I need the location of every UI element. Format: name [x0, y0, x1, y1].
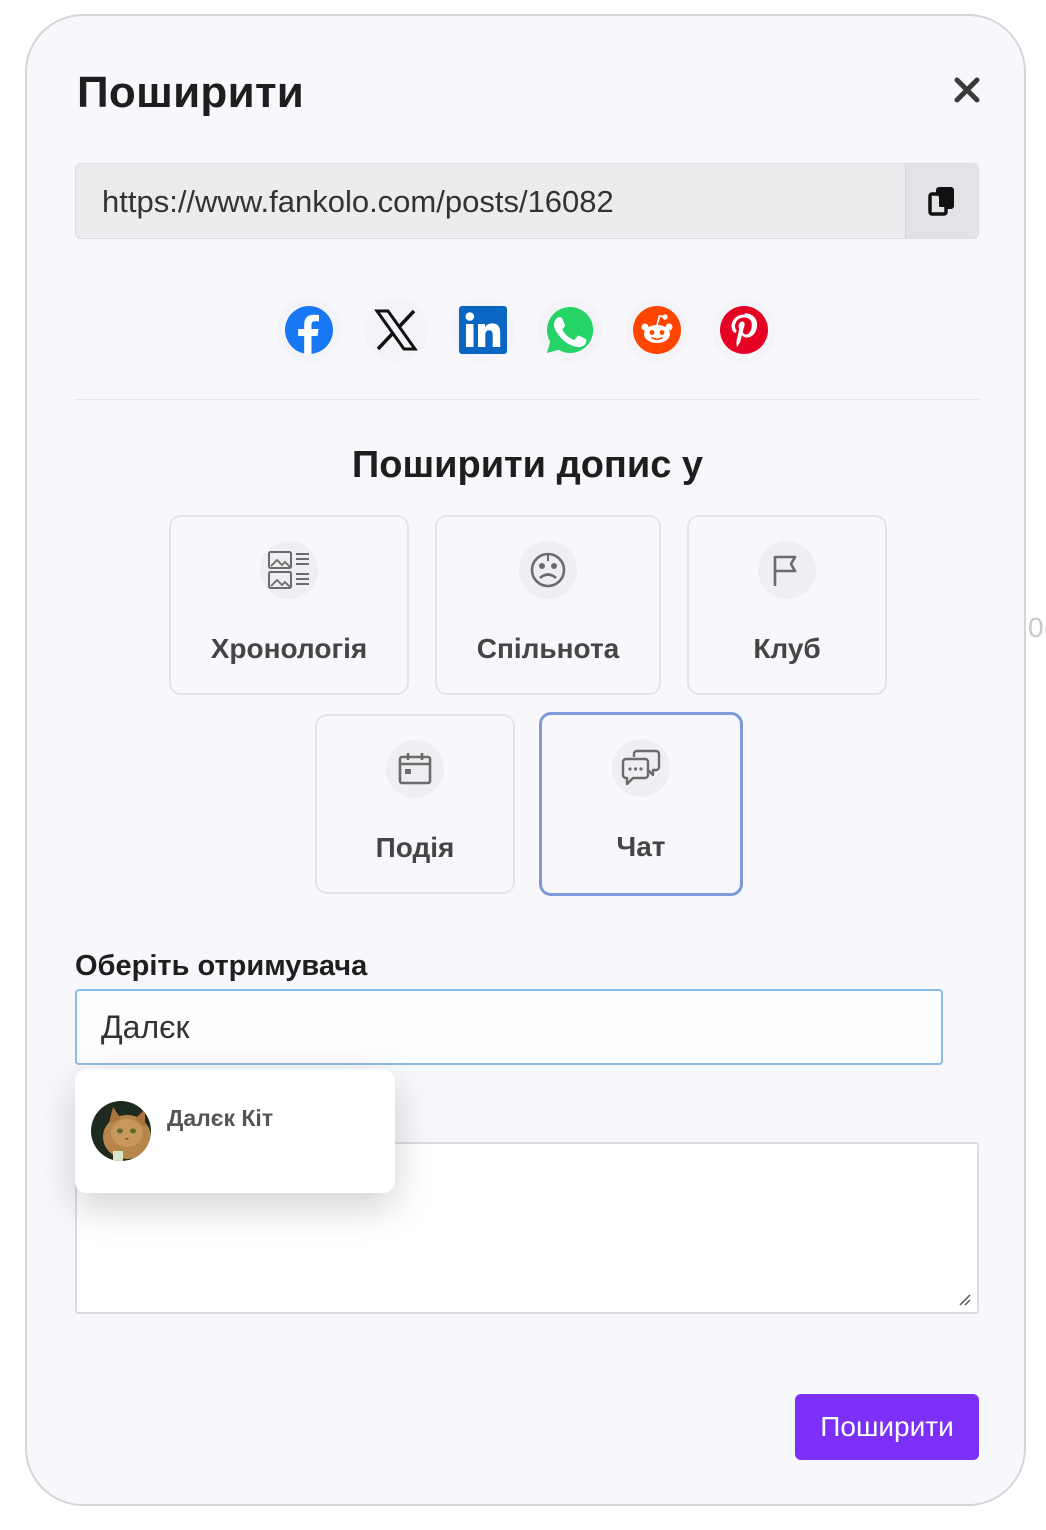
modal-title: Поширити [77, 68, 305, 117]
share-option-label: Чат [616, 831, 666, 862]
suggestion-name[interactable]: Далєк Кіт [167, 1105, 273, 1132]
share-url-text[interactable]: https://www.fankolo.com/posts/16082 [102, 184, 614, 220]
pinterest-share-button[interactable] [712, 298, 776, 362]
share-option-community[interactable]: Спільнота [435, 515, 661, 695]
copy-link-button[interactable] [905, 164, 978, 238]
share-to-title: Поширити допис у [351, 444, 704, 486]
share-option-label: Спільнота [476, 633, 620, 664]
recipient-search-input[interactable] [75, 989, 943, 1065]
copy-icon [928, 187, 954, 216]
share-option-chat[interactable]: Чат [539, 712, 743, 896]
share-option-label: Хронологія [210, 633, 368, 664]
calendar-icon [386, 740, 444, 798]
timeline-icon [260, 541, 318, 599]
resize-grip-icon[interactable] [957, 1292, 971, 1306]
reddit-share-button[interactable] [625, 298, 689, 362]
pinterest-icon [720, 306, 768, 354]
x-share-button[interactable] [364, 298, 428, 362]
share-option-timeline[interactable]: Хронологія [169, 515, 409, 695]
chat-icon [612, 739, 670, 797]
whatsapp-icon [547, 306, 594, 353]
avatar [91, 1101, 151, 1161]
divider [75, 399, 979, 400]
whatsapp-share-button[interactable] [538, 298, 602, 362]
close-icon[interactable] [949, 72, 985, 108]
recipient-suggestions: Далєк Кіт [75, 1069, 395, 1193]
share-modal: Поширити https://www.fankolo.com/posts/1… [25, 14, 1026, 1506]
community-icon [519, 541, 577, 599]
facebook-share-button[interactable] [277, 298, 341, 362]
share-option-label: Клуб [753, 633, 821, 664]
share-option-label: Подія [375, 832, 455, 863]
reddit-icon [633, 306, 681, 354]
facebook-icon [285, 306, 333, 354]
share-option-event[interactable]: Подія [315, 714, 515, 894]
share-button[interactable]: Поширити [795, 1394, 979, 1460]
recipient-label: Оберіть отримувача [75, 950, 368, 982]
flag-icon [758, 541, 816, 599]
x-icon [374, 309, 418, 351]
edge-fragment: 0( [1028, 612, 1046, 643]
share-url-field[interactable]: https://www.fankolo.com/posts/16082 [75, 163, 979, 239]
linkedin-share-button[interactable] [451, 298, 515, 362]
social-share-row [277, 298, 799, 362]
share-option-club[interactable]: Клуб [687, 515, 887, 695]
linkedin-icon [459, 306, 507, 354]
